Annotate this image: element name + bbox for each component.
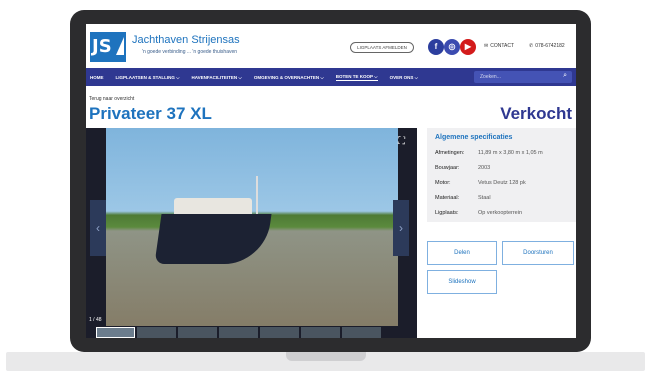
nav-item-home[interactable]: HOME [90, 75, 104, 80]
contact-link[interactable]: ✉ CONTACT [484, 43, 514, 49]
site-logo[interactable]: JS [90, 32, 126, 62]
brand-name[interactable]: Jachthaven Strijensas [132, 34, 240, 46]
facebook-icon[interactable]: f [428, 39, 444, 55]
thumbnail-strip [86, 327, 417, 338]
nav-item-over-ons[interactable]: OVER ONS ⌵ [390, 75, 418, 80]
search-placeholder: Zoeken... [480, 74, 501, 80]
fullscreen-icon[interactable]: ⛶ [398, 136, 405, 147]
thumbnail[interactable] [260, 327, 299, 338]
nav-item-omgeving[interactable]: OMGEVING & OVERNACHTEN ⌵ [254, 75, 324, 80]
spec-label: Bouwjaar: [435, 165, 460, 171]
search-input[interactable]: Zoeken... ⌕ [474, 71, 572, 83]
spec-label: Motor: [435, 180, 451, 186]
nav-item-havenfaciliteiten[interactable]: HAVENFACILITEITEN ⌵ [192, 75, 242, 80]
photo-gallery: ‹ › ⛶ 1 / 48 [86, 128, 417, 338]
brand-tagline: 'n goede verbinding ... 'n goede thuisha… [142, 49, 238, 55]
sail-icon [116, 37, 124, 55]
boat-photo[interactable] [106, 128, 398, 326]
mail-icon: ✉ [484, 43, 489, 49]
spec-label: Materiaal: [435, 195, 460, 201]
phone-link[interactable]: ✆ 078-6742182 [529, 43, 565, 49]
status-label: Verkocht [500, 104, 572, 123]
spec-label: Ligplaats: [435, 210, 459, 216]
chevron-right-icon: › [399, 221, 403, 235]
spec-value: Staal [478, 195, 491, 201]
chevron-left-icon: ‹ [96, 221, 100, 235]
spec-value: 11,89 m x 3,80 m x 1,05 m [478, 150, 543, 156]
phone-icon: ✆ [529, 43, 534, 49]
ligplaats-afmelden-button[interactable]: LIGPLAATS AFMELDEN [350, 42, 414, 53]
contact-label: CONTACT [490, 43, 514, 49]
nav-item-boten-te-koop[interactable]: BOTEN TE KOOP ⌵ [335, 74, 378, 81]
thumbnail[interactable] [301, 327, 340, 338]
phone-number: 078-6742182 [535, 43, 565, 49]
thumbnail[interactable] [137, 327, 176, 338]
specs-heading: Algemene specificaties [435, 134, 513, 141]
laptop-notch [286, 352, 366, 361]
site-header: JS Jachthaven Strijensas 'n goede verbin… [86, 24, 576, 68]
back-link[interactable]: Terug naar overzicht [89, 96, 134, 102]
thumbnail[interactable] [342, 327, 381, 338]
spec-label: Afmetingen: [435, 150, 465, 156]
spec-value: 2003 [478, 165, 491, 171]
spec-value: Vetus Deutz 128 pk [478, 180, 526, 186]
boat-mast [256, 176, 258, 216]
search-icon[interactable]: ⌕ [563, 72, 567, 80]
page-title: Privateer 37 XL [89, 104, 212, 123]
youtube-icon[interactable]: ▶ [460, 39, 476, 55]
boat-hull [154, 214, 272, 264]
thumbnail[interactable] [219, 327, 258, 338]
photo-counter: 1 / 48 [89, 317, 102, 323]
spec-value: Op verkoopterrein [478, 210, 523, 216]
gallery-next-button[interactable]: › [393, 200, 409, 256]
logo-text: JS [92, 36, 112, 57]
nav-item-ligplaatsen[interactable]: LIGPLAATSEN & STALLING ⌵ [116, 75, 180, 80]
browser-screen: JS Jachthaven Strijensas 'n goede verbin… [86, 24, 576, 338]
slideshow-button[interactable]: Slideshow [427, 270, 497, 294]
share-button[interactable]: Delen [427, 241, 497, 265]
specs-panel: Algemene specificaties Afmetingen: 11,89… [427, 128, 576, 222]
gallery-prev-button[interactable]: ‹ [90, 200, 106, 256]
forward-button[interactable]: Doorsturen [502, 241, 574, 265]
thumbnail[interactable] [96, 327, 135, 338]
instagram-icon[interactable]: ◎ [444, 39, 460, 55]
thumbnail[interactable] [178, 327, 217, 338]
